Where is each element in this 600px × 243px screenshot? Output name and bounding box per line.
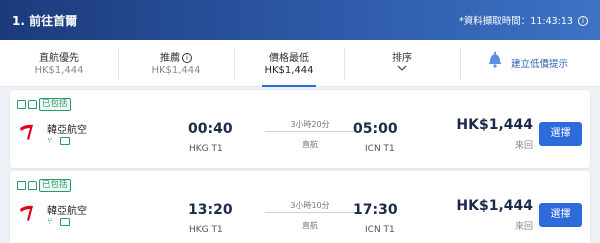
arrival-time: 05:00 [353,121,398,137]
entertainment-icon [60,218,70,226]
amenities: ⑂ [47,136,70,146]
airline-logo [20,205,33,221]
departure-airport: HKG T1 [189,144,223,154]
info-icon[interactable]: i [182,53,192,63]
flight-price: HK$1,444 [456,117,533,133]
flight-price: HK$1,444 [456,198,533,214]
trip-header: 1. 前往首爾 *資料擷取時間：11:43:13 i [0,0,600,40]
price-alert-button[interactable]: 建立低價提示 [461,40,600,87]
amenities: ⑂ [47,217,70,227]
meal-icon: ⑂ [47,136,53,146]
fetch-time-label: *資料擷取時間：11:43:13 [459,16,573,27]
airline-logo [20,124,33,140]
arrival-airport: ICN T1 [365,225,395,235]
arrival-time: 17:30 [353,202,398,218]
route-line [265,212,355,213]
badge-label: 已包括 [39,178,71,192]
luggage-icon [17,180,26,190]
sort-filter-bar: 直航優先 HK$1,444 推薦 i HK$1,444 價格最低 HK$1,444… [0,40,600,87]
stops-label: 直航 [302,140,318,149]
baggage-included-badge: 已包括 [17,97,71,111]
price-alert-label: 建立低價提示 [511,59,569,70]
flight-card[interactable]: 已包括 韓亞航空 ⑂ 13:20 HKG T1 3小時10分 直航 17:30 … [9,170,591,243]
sort-dropdown[interactable]: 排序 [344,40,460,87]
luggage-icon [17,99,26,109]
leg-title: 1. 前往首爾 [12,14,78,28]
entertainment-icon [60,137,70,145]
airline-name: 韓亞航空 [47,206,87,217]
baggage-included-badge: 已包括 [17,178,71,192]
filter-label: 價格最低 [269,53,309,64]
flight-card[interactable]: 已包括 韓亞航空 ⑂ 00:40 HKG T1 3小時20分 直航 05:00 … [9,89,591,169]
filter-direct-first[interactable]: 直航優先 HK$1,444 [0,40,118,87]
bag-icon [28,180,37,190]
airline-name: 韓亞航空 [47,125,87,136]
chevron-down-icon [397,65,407,71]
meal-icon: ⑂ [47,217,53,227]
select-flight-button[interactable]: 選擇 [539,203,582,227]
filter-label: 推薦 [160,53,180,64]
filter-price: HK$1,444 [151,65,201,76]
flight-duration: 3小時20分 [290,120,330,129]
filter-lowest-price[interactable]: 價格最低 HK$1,444 [234,40,344,87]
filter-label: 直航優先 [39,53,79,64]
filter-price: HK$1,444 [34,65,84,76]
bag-icon [28,99,37,109]
bell-icon [488,51,502,68]
fetch-time: *資料擷取時間：11:43:13 i [459,13,588,27]
arrival-airport: ICN T1 [365,144,395,154]
select-flight-button[interactable]: 選擇 [539,122,582,146]
filter-recommended[interactable]: 推薦 i HK$1,444 [118,40,234,87]
departure-time: 13:20 [188,202,233,218]
badge-label: 已包括 [39,97,71,111]
trip-type: 來回 [514,222,533,232]
flight-duration: 3小時10分 [290,201,330,210]
info-icon[interactable]: i [578,16,588,26]
filter-label: 排序 [392,53,412,64]
filter-price: HK$1,444 [264,65,314,76]
trip-type: 來回 [514,141,533,151]
departure-time: 00:40 [188,121,233,137]
departure-airport: HKG T1 [189,225,223,235]
stops-label: 直航 [302,221,318,230]
route-line [265,131,355,132]
